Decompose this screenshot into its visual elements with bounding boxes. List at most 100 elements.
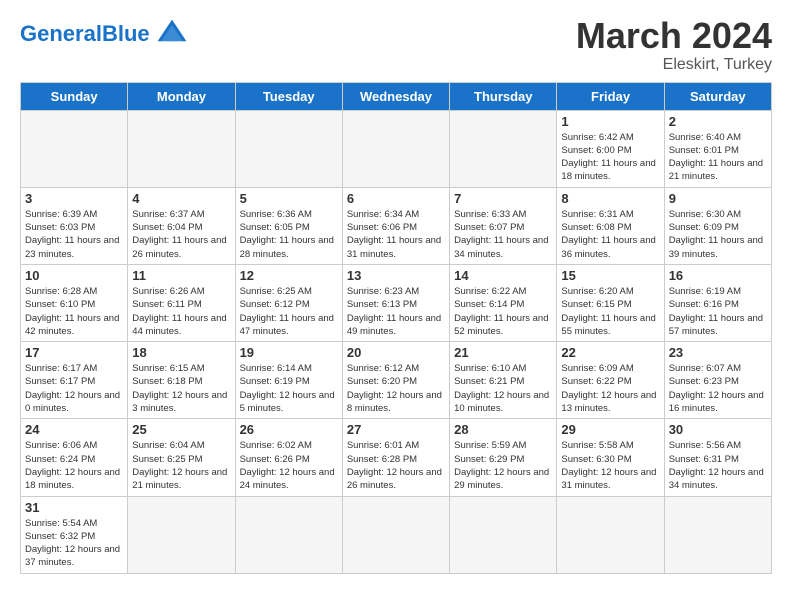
calendar-cell: 27 Sunrise: 6:01 AM Sunset: 6:28 PM Dayli… <box>342 419 449 496</box>
day-info: Sunrise: 6:15 AM Sunset: 6:18 PM Dayligh… <box>132 362 230 415</box>
day-info: Sunrise: 6:31 AM Sunset: 6:08 PM Dayligh… <box>561 208 659 261</box>
day-number: 6 <box>347 191 445 206</box>
calendar-cell: 31Sunrise: 5:54 AM Sunset: 6:32 PM Dayli… <box>21 496 128 573</box>
calendar-cell: 29 Sunrise: 5:58 AM Sunset: 6:30 PM Dayli… <box>557 419 664 496</box>
month-title: March 2024 <box>576 16 772 56</box>
day-info: Sunrise: 6:12 AM Sunset: 6:20 PM Dayligh… <box>347 362 445 415</box>
calendar-cell <box>664 496 771 573</box>
day-info: Sunrise: 6:28 AM Sunset: 6:10 PM Dayligh… <box>25 285 123 338</box>
calendar-cell: 1 Sunrise: 6:42 AM Sunset: 6:00 PM Daylig… <box>557 110 664 187</box>
day-number: 9 <box>669 191 767 206</box>
calendar-cell: 6 Sunrise: 6:34 AM Sunset: 6:06 PM Daylig… <box>342 187 449 264</box>
calendar-cell: 16Sunrise: 6:19 AM Sunset: 6:16 PM Dayli… <box>664 264 771 341</box>
day-number: 24 <box>25 422 123 437</box>
calendar-cell: 18 Sunrise: 6:15 AM Sunset: 6:18 PM Dayli… <box>128 342 235 419</box>
calendar-cell <box>450 496 557 573</box>
day-info: Sunrise: 6:40 AM Sunset: 6:01 PM Dayligh… <box>669 131 767 184</box>
day-number: 10 <box>25 268 123 283</box>
day-info: Sunrise: 6:17 AM Sunset: 6:17 PM Dayligh… <box>25 362 123 415</box>
logo-general: General <box>20 21 102 46</box>
calendar-cell: 17 Sunrise: 6:17 AM Sunset: 6:17 PM Dayli… <box>21 342 128 419</box>
calendar-cell: 25Sunrise: 6:04 AM Sunset: 6:25 PM Dayli… <box>128 419 235 496</box>
day-number: 8 <box>561 191 659 206</box>
day-info: Sunrise: 6:14 AM Sunset: 6:19 PM Dayligh… <box>240 362 338 415</box>
calendar-cell: 4Sunrise: 6:37 AM Sunset: 6:04 PM Daylig… <box>128 187 235 264</box>
calendar-cell: 7 Sunrise: 6:33 AM Sunset: 6:07 PM Daylig… <box>450 187 557 264</box>
day-number: 26 <box>240 422 338 437</box>
calendar-cell: 28Sunrise: 5:59 AM Sunset: 6:29 PM Dayli… <box>450 419 557 496</box>
calendar-cell <box>235 496 342 573</box>
day-info: Sunrise: 6:01 AM Sunset: 6:28 PM Dayligh… <box>347 439 445 492</box>
day-info: Sunrise: 6:33 AM Sunset: 6:07 PM Dayligh… <box>454 208 552 261</box>
day-header-monday: Monday <box>128 82 235 110</box>
calendar-cell: 11Sunrise: 6:26 AM Sunset: 6:11 PM Dayli… <box>128 264 235 341</box>
calendar-cell: 2 Sunrise: 6:40 AM Sunset: 6:01 PM Daylig… <box>664 110 771 187</box>
calendar-cell <box>128 496 235 573</box>
day-number: 31 <box>25 500 123 515</box>
calendar-cell: 21Sunrise: 6:10 AM Sunset: 6:21 PM Dayli… <box>450 342 557 419</box>
day-number: 23 <box>669 345 767 360</box>
calendar-week-3: 17 Sunrise: 6:17 AM Sunset: 6:17 PM Dayli… <box>21 342 772 419</box>
calendar-cell: 19Sunrise: 6:14 AM Sunset: 6:19 PM Dayli… <box>235 342 342 419</box>
day-info: Sunrise: 6:30 AM Sunset: 6:09 PM Dayligh… <box>669 208 767 261</box>
day-info: Sunrise: 6:06 AM Sunset: 6:24 PM Dayligh… <box>25 439 123 492</box>
calendar-cell: 24 Sunrise: 6:06 AM Sunset: 6:24 PM Dayli… <box>21 419 128 496</box>
calendar-cell: 5 Sunrise: 6:36 AM Sunset: 6:05 PM Daylig… <box>235 187 342 264</box>
logo-blue: Blue <box>102 21 150 46</box>
calendar-week-5: 31Sunrise: 5:54 AM Sunset: 6:32 PM Dayli… <box>21 496 772 573</box>
day-info: Sunrise: 6:07 AM Sunset: 6:23 PM Dayligh… <box>669 362 767 415</box>
day-number: 5 <box>240 191 338 206</box>
calendar-cell: 22Sunrise: 6:09 AM Sunset: 6:22 PM Dayli… <box>557 342 664 419</box>
day-number: 4 <box>132 191 230 206</box>
page-header: GeneralBlue March 2024 Eleskirt, Turkey <box>0 0 792 82</box>
day-number: 1 <box>561 114 659 129</box>
location: Eleskirt, Turkey <box>576 56 772 74</box>
day-info: Sunrise: 6:42 AM Sunset: 6:00 PM Dayligh… <box>561 131 659 184</box>
title-area: March 2024 Eleskirt, Turkey <box>576 16 772 74</box>
day-number: 13 <box>347 268 445 283</box>
day-info: Sunrise: 5:56 AM Sunset: 6:31 PM Dayligh… <box>669 439 767 492</box>
calendar-week-0: 1 Sunrise: 6:42 AM Sunset: 6:00 PM Daylig… <box>21 110 772 187</box>
day-number: 25 <box>132 422 230 437</box>
calendar-cell: 26 Sunrise: 6:02 AM Sunset: 6:26 PM Dayli… <box>235 419 342 496</box>
day-number: 27 <box>347 422 445 437</box>
calendar-week-1: 3Sunrise: 6:39 AM Sunset: 6:03 PM Daylig… <box>21 187 772 264</box>
day-info: Sunrise: 5:58 AM Sunset: 6:30 PM Dayligh… <box>561 439 659 492</box>
day-info: Sunrise: 6:25 AM Sunset: 6:12 PM Dayligh… <box>240 285 338 338</box>
day-number: 17 <box>25 345 123 360</box>
calendar-week-2: 10 Sunrise: 6:28 AM Sunset: 6:10 PM Dayli… <box>21 264 772 341</box>
calendar-cell: 14Sunrise: 6:22 AM Sunset: 6:14 PM Dayli… <box>450 264 557 341</box>
day-header-saturday: Saturday <box>664 82 771 110</box>
logo-icon <box>154 16 190 52</box>
day-info: Sunrise: 6:34 AM Sunset: 6:06 PM Dayligh… <box>347 208 445 261</box>
day-info: Sunrise: 6:36 AM Sunset: 6:05 PM Dayligh… <box>240 208 338 261</box>
day-info: Sunrise: 6:09 AM Sunset: 6:22 PM Dayligh… <box>561 362 659 415</box>
calendar-cell <box>128 110 235 187</box>
day-header-sunday: Sunday <box>21 82 128 110</box>
calendar-cell: 23 Sunrise: 6:07 AM Sunset: 6:23 PM Dayli… <box>664 342 771 419</box>
day-header-tuesday: Tuesday <box>235 82 342 110</box>
calendar-cell: 12Sunrise: 6:25 AM Sunset: 6:12 PM Dayli… <box>235 264 342 341</box>
calendar-header-row: SundayMondayTuesdayWednesdayThursdayFrid… <box>21 82 772 110</box>
day-number: 2 <box>669 114 767 129</box>
calendar-cell: 15Sunrise: 6:20 AM Sunset: 6:15 PM Dayli… <box>557 264 664 341</box>
calendar-cell <box>21 110 128 187</box>
day-info: Sunrise: 6:22 AM Sunset: 6:14 PM Dayligh… <box>454 285 552 338</box>
calendar-cell <box>342 110 449 187</box>
day-header-thursday: Thursday <box>450 82 557 110</box>
day-header-friday: Friday <box>557 82 664 110</box>
day-header-wednesday: Wednesday <box>342 82 449 110</box>
calendar-cell: 9 Sunrise: 6:30 AM Sunset: 6:09 PM Daylig… <box>664 187 771 264</box>
logo: GeneralBlue <box>20 16 190 52</box>
day-info: Sunrise: 6:26 AM Sunset: 6:11 PM Dayligh… <box>132 285 230 338</box>
day-info: Sunrise: 6:02 AM Sunset: 6:26 PM Dayligh… <box>240 439 338 492</box>
calendar-cell: 20Sunrise: 6:12 AM Sunset: 6:20 PM Dayli… <box>342 342 449 419</box>
calendar-wrapper: SundayMondayTuesdayWednesdayThursdayFrid… <box>0 82 792 584</box>
day-number: 18 <box>132 345 230 360</box>
calendar-cell: 8 Sunrise: 6:31 AM Sunset: 6:08 PM Daylig… <box>557 187 664 264</box>
day-number: 7 <box>454 191 552 206</box>
calendar-table: SundayMondayTuesdayWednesdayThursdayFrid… <box>20 82 772 574</box>
day-number: 30 <box>669 422 767 437</box>
day-info: Sunrise: 6:39 AM Sunset: 6:03 PM Dayligh… <box>25 208 123 261</box>
day-number: 29 <box>561 422 659 437</box>
